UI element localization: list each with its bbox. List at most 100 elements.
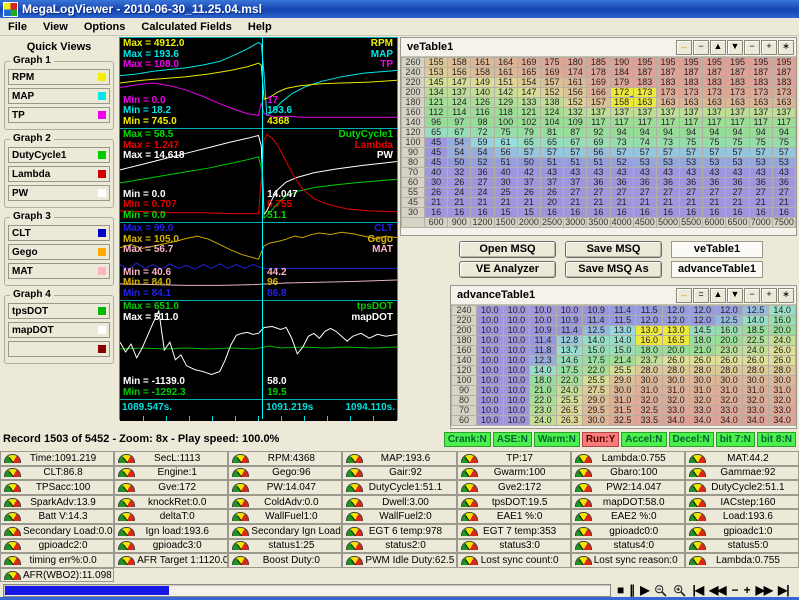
table-cell[interactable]: 43 bbox=[679, 167, 704, 178]
table-cell[interactable]: 45 bbox=[423, 157, 449, 168]
sidebar-item-tpsdot[interactable]: tpsDOT bbox=[8, 303, 110, 319]
undo-arrow-icon[interactable]: ← bbox=[676, 39, 692, 55]
table-cell[interactable]: 97 bbox=[447, 117, 472, 128]
table-cell[interactable]: 57 bbox=[748, 147, 773, 158]
table-cell[interactable]: 158 bbox=[447, 57, 472, 68]
table-cell[interactable]: 173 bbox=[655, 87, 681, 98]
table-cell[interactable]: 154 bbox=[516, 77, 541, 88]
table-cell[interactable]: 21.0 bbox=[688, 345, 717, 356]
table-cell[interactable]: 94 bbox=[679, 127, 704, 138]
table-cell[interactable]: 75 bbox=[702, 137, 727, 148]
table-cell[interactable]: 53 bbox=[632, 157, 657, 168]
table-cell[interactable]: 57 bbox=[679, 147, 704, 158]
table-cell[interactable]: 53 bbox=[748, 157, 773, 168]
table-cell[interactable]: 28.0 bbox=[635, 365, 664, 376]
table-cell[interactable]: 92 bbox=[586, 127, 611, 138]
table-cell[interactable]: 14.0 bbox=[741, 315, 770, 326]
table-cell[interactable]: 114 bbox=[447, 107, 472, 118]
table-cell[interactable]: 94 bbox=[632, 127, 657, 138]
table-cell[interactable]: 57 bbox=[771, 147, 797, 158]
table-cell[interactable]: 54 bbox=[447, 147, 472, 158]
pause-button[interactable]: ∥ bbox=[629, 583, 635, 597]
save-msq-button[interactable]: Save MSQ bbox=[565, 241, 662, 258]
table-cell[interactable]: 195 bbox=[702, 57, 727, 68]
table-cell[interactable]: 28.0 bbox=[688, 365, 717, 376]
table-cell[interactable]: 36 bbox=[470, 167, 495, 178]
table-cell[interactable]: 10.0 bbox=[502, 335, 531, 346]
table-cell[interactable]: 27 bbox=[632, 187, 657, 198]
table-cell[interactable]: 30.0 bbox=[741, 375, 770, 386]
table-cell[interactable]: 30.0 bbox=[688, 375, 717, 386]
table-cell[interactable]: 16.0 bbox=[768, 315, 796, 326]
sidebar-item-mat[interactable]: MAT bbox=[8, 263, 110, 279]
table-cell[interactable]: 173 bbox=[679, 87, 704, 98]
table-cell[interactable]: 32.0 bbox=[688, 395, 717, 406]
table-cell[interactable]: 102 bbox=[516, 117, 541, 128]
table-cell[interactable]: 36 bbox=[679, 177, 704, 188]
table-cell[interactable]: 75 bbox=[679, 137, 704, 148]
table-cell[interactable]: 28.0 bbox=[662, 365, 690, 376]
table-cell[interactable]: 117 bbox=[771, 117, 797, 128]
table-cell[interactable]: 53 bbox=[771, 157, 797, 168]
table-cell[interactable]: 33.5 bbox=[635, 415, 664, 426]
table-cell[interactable]: 133 bbox=[516, 97, 541, 108]
table-cell[interactable]: 14.0 bbox=[582, 335, 610, 346]
table-cell[interactable]: 31.0 bbox=[768, 385, 796, 396]
table-cell[interactable]: 94 bbox=[725, 127, 750, 138]
table-cell[interactable]: 11.8 bbox=[529, 345, 557, 356]
table-cell[interactable]: 27 bbox=[609, 187, 634, 198]
table-cell[interactable]: 10.0 bbox=[502, 355, 531, 366]
table-cell[interactable]: 59 bbox=[470, 137, 495, 148]
table-cell[interactable]: 10.0 bbox=[502, 415, 531, 426]
menu-item-calculated-fields[interactable]: Calculated Fields bbox=[133, 20, 239, 34]
table-cell[interactable]: 29.0 bbox=[608, 375, 637, 386]
table-cell[interactable]: 43 bbox=[725, 167, 750, 178]
down-arrow-icon[interactable]: ▼ bbox=[727, 287, 743, 303]
table-cell[interactable]: 11.5 bbox=[635, 305, 664, 316]
table-cell[interactable]: 36 bbox=[609, 177, 634, 188]
table-cell[interactable]: 36 bbox=[725, 177, 750, 188]
table-cell[interactable]: 36 bbox=[586, 177, 611, 188]
table-cell[interactable]: 36 bbox=[632, 177, 657, 188]
minus-icon[interactable]: − bbox=[693, 39, 709, 55]
table-cell[interactable]: 14.0 bbox=[768, 305, 796, 316]
table-cell[interactable]: 10.0 bbox=[476, 395, 504, 406]
table-cell[interactable]: 137 bbox=[748, 107, 773, 118]
table-cell[interactable]: 137 bbox=[655, 107, 681, 118]
menu-item-view[interactable]: View bbox=[35, 20, 76, 34]
table-cell[interactable]: 12.0 bbox=[715, 305, 743, 316]
sidebar-item-lambda[interactable]: Lambda bbox=[8, 166, 110, 182]
table-cell[interactable]: 10.0 bbox=[502, 345, 531, 356]
table-cell[interactable]: 24 bbox=[470, 187, 495, 198]
table-cell[interactable]: 137 bbox=[679, 107, 704, 118]
table-cell[interactable]: 10.0 bbox=[502, 365, 531, 376]
table-cell[interactable]: 118 bbox=[493, 107, 518, 118]
table-cell[interactable]: 75 bbox=[493, 127, 518, 138]
table-cell[interactable]: 32.5 bbox=[635, 405, 664, 416]
table-cell[interactable]: 96 bbox=[423, 117, 449, 128]
table-cell[interactable]: 164 bbox=[493, 57, 518, 68]
table-cell[interactable]: 21 bbox=[563, 197, 588, 208]
graph-panel-4[interactable]: Max = 651.0 Max = 511.0 tpsDOT mapDOT Min = … bbox=[120, 301, 397, 400]
graph-panel-3[interactable]: Max = 99.0 Max = 105.0 Max = 56.7 CLT Gego MA… bbox=[120, 223, 397, 301]
stop-button[interactable]: ■ bbox=[617, 583, 624, 597]
table-cell[interactable]: 15 bbox=[493, 207, 518, 218]
table-cell[interactable]: 81 bbox=[539, 127, 565, 138]
table-cell[interactable]: 65 bbox=[423, 127, 449, 138]
table-cell[interactable]: 175 bbox=[539, 57, 565, 68]
graph-panel-2[interactable]: Max = 58.5 Max = 1.247 Max = 14.618 DutyCyc… bbox=[120, 129, 397, 223]
table-cell[interactable]: 27 bbox=[655, 187, 681, 198]
table-cell[interactable]: 27 bbox=[748, 187, 773, 198]
table-cell[interactable]: 12.0 bbox=[662, 305, 690, 316]
table-cell[interactable]: 163 bbox=[632, 97, 657, 108]
table-cell[interactable]: 17.5 bbox=[555, 365, 584, 376]
table-cell[interactable]: 43 bbox=[771, 167, 797, 178]
table-cell[interactable]: 31.0 bbox=[741, 385, 770, 396]
table-cell[interactable]: 43 bbox=[748, 167, 773, 178]
table-cell[interactable]: 10.0 bbox=[502, 315, 531, 326]
table-cell[interactable]: 29.5 bbox=[582, 405, 610, 416]
table-cell[interactable]: 43 bbox=[563, 167, 588, 178]
table-cell[interactable]: 161 bbox=[563, 77, 588, 88]
table-cell[interactable]: 18.5 bbox=[741, 325, 770, 336]
table-cell[interactable]: 14.0 bbox=[529, 365, 557, 376]
